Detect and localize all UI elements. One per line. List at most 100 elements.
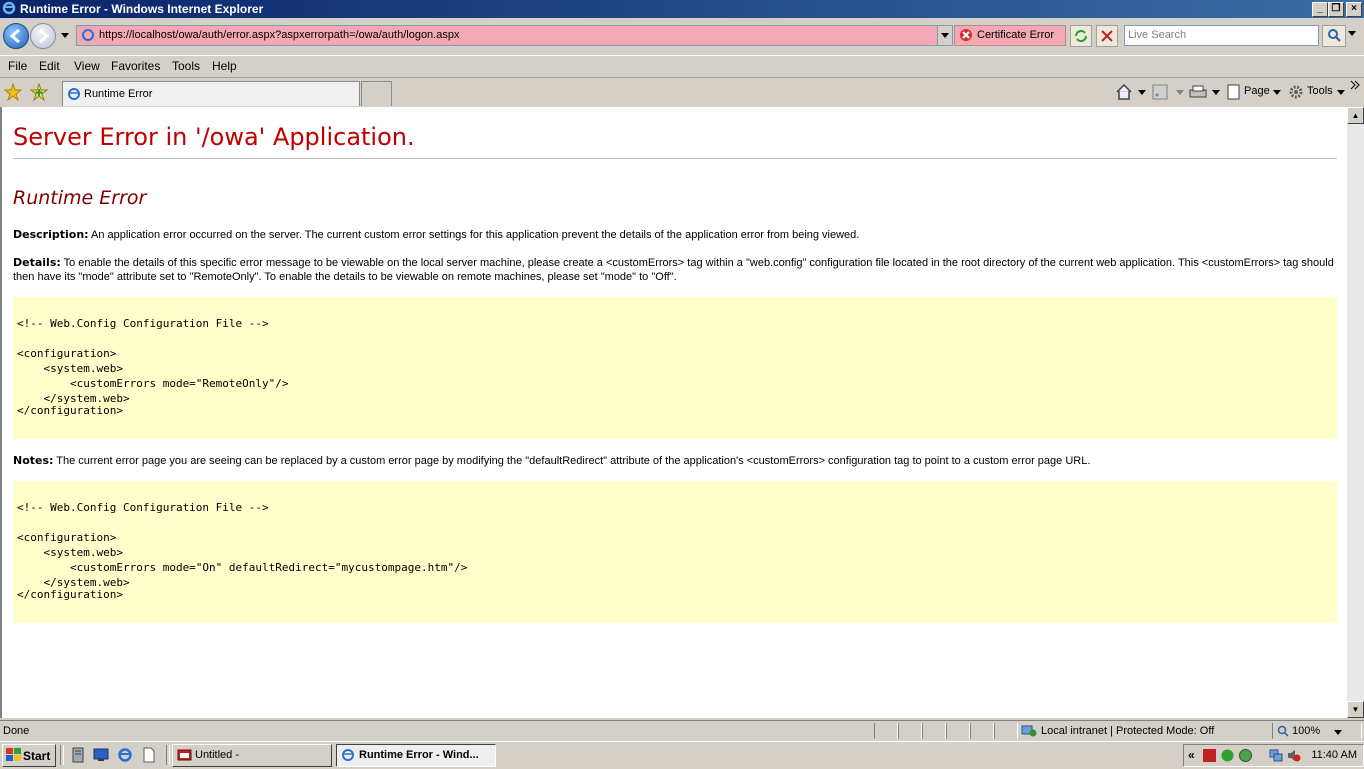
notes-paragraph: Notes: The current error page you are se… bbox=[13, 454, 1339, 468]
app-window-icon bbox=[177, 749, 192, 761]
scroll-up-button[interactable]: ▲ bbox=[1347, 107, 1364, 124]
tray-status-icon[interactable] bbox=[1238, 748, 1253, 763]
certificate-error-label: Certificate Error bbox=[977, 29, 1055, 41]
gear-icon bbox=[1289, 85, 1303, 99]
tray-expand-icon[interactable]: « bbox=[1188, 748, 1195, 762]
show-desktop-icon[interactable] bbox=[93, 747, 109, 763]
zoom-dropdown-icon[interactable] bbox=[1334, 730, 1342, 736]
status-segment bbox=[898, 723, 922, 739]
print-dropdown-icon[interactable] bbox=[1212, 90, 1220, 96]
page-icon bbox=[82, 29, 94, 41]
status-segment bbox=[994, 723, 1018, 739]
internet-explorer-icon[interactable] bbox=[117, 747, 133, 763]
zoom-icon bbox=[1277, 725, 1289, 737]
home-icon[interactable] bbox=[1115, 83, 1133, 101]
status-segment bbox=[970, 723, 994, 739]
back-button[interactable] bbox=[3, 23, 29, 49]
add-favorite-icon[interactable] bbox=[30, 83, 48, 101]
menu-view[interactable]: View bbox=[74, 59, 100, 73]
code-line: </configuration> bbox=[17, 404, 123, 417]
toolbar-overflow-icon[interactable] bbox=[1350, 80, 1360, 90]
status-bar: Done Local intranet | Protected Mode: Of… bbox=[0, 720, 1364, 741]
volume-muted-icon[interactable] bbox=[1286, 748, 1301, 763]
print-icon[interactable] bbox=[1188, 84, 1208, 100]
taskbar-item-label: Untitled - bbox=[195, 749, 240, 761]
menu-file[interactable]: File bbox=[8, 59, 27, 73]
code-line: <configuration> bbox=[17, 347, 117, 360]
refresh-button[interactable] bbox=[1070, 25, 1092, 47]
details-text: To enable the details of this specific e… bbox=[13, 257, 1334, 283]
scroll-down-button[interactable]: ▼ bbox=[1347, 701, 1364, 718]
code-line: <!-- Web.Config Configuration File --> bbox=[17, 501, 269, 514]
refresh-icon bbox=[1075, 30, 1087, 42]
recent-pages-dropdown-icon[interactable] bbox=[60, 32, 70, 40]
tray-app-icon[interactable] bbox=[1202, 748, 1217, 763]
windows-logo-icon bbox=[6, 748, 21, 761]
search-input[interactable]: Live Search bbox=[1124, 25, 1319, 46]
address-url: https://localhost/owa/auth/error.aspx?as… bbox=[99, 29, 460, 41]
title-bar: Runtime Error - Windows Internet Explore… bbox=[0, 0, 1364, 18]
menu-edit[interactable]: Edit bbox=[39, 59, 60, 73]
search-icon bbox=[1328, 29, 1341, 42]
search-button[interactable] bbox=[1322, 25, 1346, 47]
start-label: Start bbox=[23, 749, 51, 763]
maximize-button[interactable]: ❐ bbox=[1328, 2, 1344, 17]
start-button[interactable]: Start bbox=[2, 744, 56, 767]
search-options-icon[interactable] bbox=[1348, 31, 1356, 37]
code-line: <customErrors mode="On" defaultRedirect=… bbox=[17, 561, 468, 574]
menu-help[interactable]: Help bbox=[212, 59, 237, 73]
vertical-scrollbar[interactable]: ▲ ▼ bbox=[1347, 107, 1364, 718]
certificate-error-button[interactable]: Certificate Error bbox=[954, 25, 1066, 46]
page-menu-button[interactable]: Page bbox=[1244, 85, 1270, 97]
code-line: <!-- Web.Config Configuration File --> bbox=[17, 317, 269, 330]
address-bar[interactable]: https://localhost/owa/auth/error.aspx?as… bbox=[76, 25, 953, 46]
taskbar-item-untitled[interactable]: Untitled - bbox=[172, 744, 332, 767]
description-label: Description: bbox=[13, 228, 89, 241]
status-segment bbox=[874, 723, 898, 739]
tab-runtime-error[interactable]: Runtime Error bbox=[62, 81, 360, 106]
window-title: Runtime Error - Windows Internet Explore… bbox=[20, 2, 264, 16]
error-title: Runtime Error bbox=[13, 187, 147, 209]
server-manager-icon[interactable] bbox=[70, 747, 86, 763]
status-segment bbox=[922, 723, 946, 739]
status-segment bbox=[946, 723, 970, 739]
code-line: <system.web> bbox=[17, 546, 123, 559]
page-title: Server Error in '/owa' Application. bbox=[13, 123, 415, 151]
minimize-button[interactable]: _ bbox=[1312, 2, 1328, 17]
feeds-dropdown-icon[interactable] bbox=[1176, 90, 1184, 96]
blank-document-icon[interactable] bbox=[141, 747, 157, 763]
taskbar-item-runtime-error[interactable]: Runtime Error - Wind... bbox=[336, 744, 496, 767]
tab-label: Runtime Error bbox=[84, 88, 153, 100]
description-paragraph: Description: An application error occurr… bbox=[13, 228, 1339, 242]
back-arrow-icon bbox=[9, 28, 20, 44]
tools-dropdown-icon[interactable] bbox=[1337, 90, 1345, 96]
forward-button[interactable] bbox=[30, 23, 56, 49]
notes-label: Notes: bbox=[13, 454, 54, 467]
network-icon[interactable] bbox=[1268, 748, 1283, 763]
tray-update-icon[interactable] bbox=[1220, 748, 1235, 763]
home-dropdown-icon[interactable] bbox=[1138, 90, 1146, 96]
zoom-level[interactable]: 100% bbox=[1292, 725, 1320, 737]
divider bbox=[13, 158, 1337, 159]
taskbar-separator bbox=[60, 745, 64, 765]
system-tray: « 11:40 AM bbox=[1183, 744, 1364, 767]
ie-logo-icon bbox=[2, 1, 16, 15]
menu-tools[interactable]: Tools bbox=[172, 59, 200, 73]
chevron-down-icon bbox=[941, 33, 949, 38]
search-placeholder: Live Search bbox=[1128, 29, 1187, 41]
ie-page-icon bbox=[342, 749, 354, 761]
address-dropdown-button[interactable] bbox=[937, 26, 952, 45]
code-line: <configuration> bbox=[17, 531, 117, 544]
security-zone-label[interactable]: Local intranet | Protected Mode: Off bbox=[1041, 725, 1214, 737]
tools-menu-button[interactable]: Tools bbox=[1307, 85, 1333, 97]
code-line: <customErrors mode="RemoteOnly"/> bbox=[17, 377, 289, 390]
close-button[interactable]: × bbox=[1346, 2, 1362, 17]
stop-button[interactable] bbox=[1096, 25, 1118, 47]
taskbar-item-label: Runtime Error - Wind... bbox=[359, 749, 479, 761]
feeds-icon[interactable] bbox=[1152, 84, 1168, 100]
favorites-star-icon[interactable] bbox=[4, 83, 22, 101]
page-dropdown-icon[interactable] bbox=[1273, 90, 1281, 96]
new-tab-button[interactable] bbox=[361, 81, 392, 106]
shield-error-icon bbox=[960, 29, 972, 41]
menu-favorites[interactable]: Favorites bbox=[111, 59, 160, 73]
